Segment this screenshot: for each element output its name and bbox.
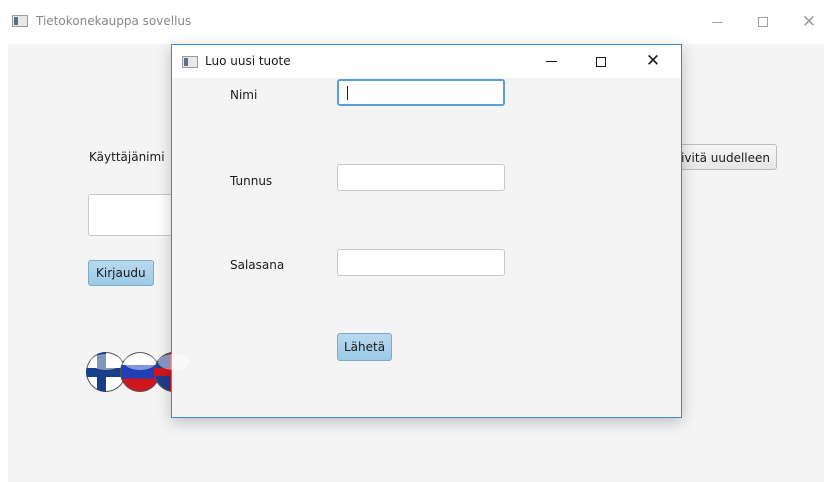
app-window-icon (12, 15, 28, 27)
dialog-window-icon (182, 56, 198, 68)
text-caret (347, 86, 348, 100)
password-input[interactable] (337, 249, 505, 276)
code-input[interactable] (337, 164, 505, 191)
minimize-icon (545, 61, 557, 62)
close-icon: ✕ (801, 11, 817, 32)
dialog-minimize-button[interactable] (528, 45, 574, 78)
password-label: Salasana (230, 258, 285, 272)
dialog-titlebar[interactable]: Luo uusi tuote ✕ (172, 45, 681, 78)
login-button[interactable]: Kirjaudu (88, 260, 154, 286)
send-button[interactable]: Lähetä (337, 333, 393, 361)
main-titlebar[interactable]: Tietokonekauppa sovellus ✕ (0, 0, 832, 44)
main-minimize-button[interactable] (694, 0, 740, 44)
name-input[interactable] (337, 79, 505, 106)
dialog-close-button[interactable]: ✕ (630, 45, 676, 78)
create-product-dialog: Luo uusi tuote ✕ Nimi Tunnus Salasana Lä… (171, 44, 682, 418)
close-icon: ✕ (645, 51, 661, 71)
username-label: Käyttäjänimi (89, 150, 165, 164)
maximize-icon (758, 17, 768, 27)
main-maximize-button[interactable] (740, 0, 786, 44)
name-label: Nimi (230, 88, 258, 102)
dialog-maximize-button[interactable] (578, 45, 624, 78)
main-window-title: Tietokonekauppa sovellus (36, 14, 192, 28)
minimize-icon (711, 21, 723, 23)
maximize-icon (596, 56, 606, 67)
dialog-title: Luo uusi tuote (205, 54, 291, 68)
main-close-button[interactable]: ✕ (786, 0, 832, 44)
code-label: Tunnus (230, 174, 273, 188)
